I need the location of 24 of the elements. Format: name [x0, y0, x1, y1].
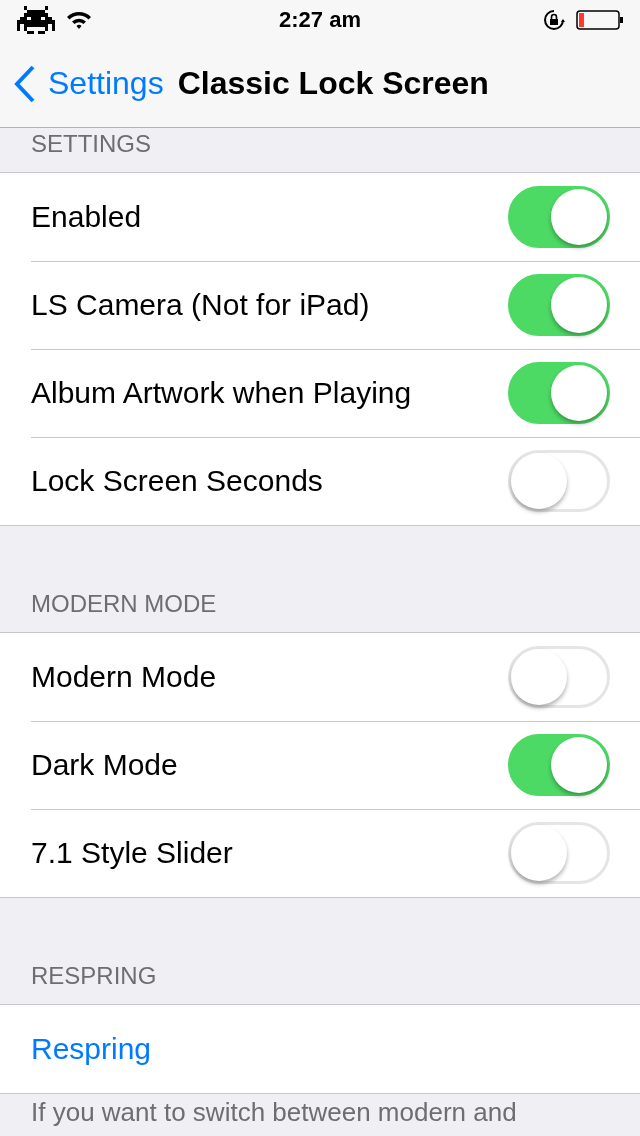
toggle-switch[interactable]	[508, 734, 610, 796]
setting-label: Enabled	[31, 200, 143, 234]
setting-label: Modern Mode	[31, 660, 218, 694]
toggle-switch[interactable]	[508, 274, 610, 336]
section-footer: If you want to switch between modern and	[31, 1097, 517, 1127]
space-invader-icon	[16, 6, 56, 34]
battery-icon	[576, 10, 624, 30]
setting-label: LS Camera (Not for iPad)	[31, 288, 371, 322]
setting-label: Dark Mode	[31, 748, 179, 782]
section-header: MODERN MODE	[31, 590, 217, 618]
back-chevron-icon	[14, 64, 36, 103]
toggle-switch[interactable]	[508, 362, 610, 424]
section-header: SETTINGS	[31, 130, 151, 158]
respring-link[interactable]: Respring	[31, 1032, 152, 1066]
setting-label: 7.1 Style Slider	[31, 836, 234, 870]
toggle-switch[interactable]	[508, 186, 610, 248]
rotation-lock-icon	[542, 8, 566, 32]
page-title: Classic Lock Screen	[177, 65, 489, 102]
section-header: RESPRING	[31, 962, 157, 990]
wifi-icon	[66, 10, 92, 30]
setting-label: Album Artwork when Playing	[31, 376, 413, 410]
back-button[interactable]: Settings	[14, 64, 164, 103]
setting-label: Lock Screen Seconds	[31, 464, 324, 498]
status-time: 2:27 am	[278, 7, 362, 33]
